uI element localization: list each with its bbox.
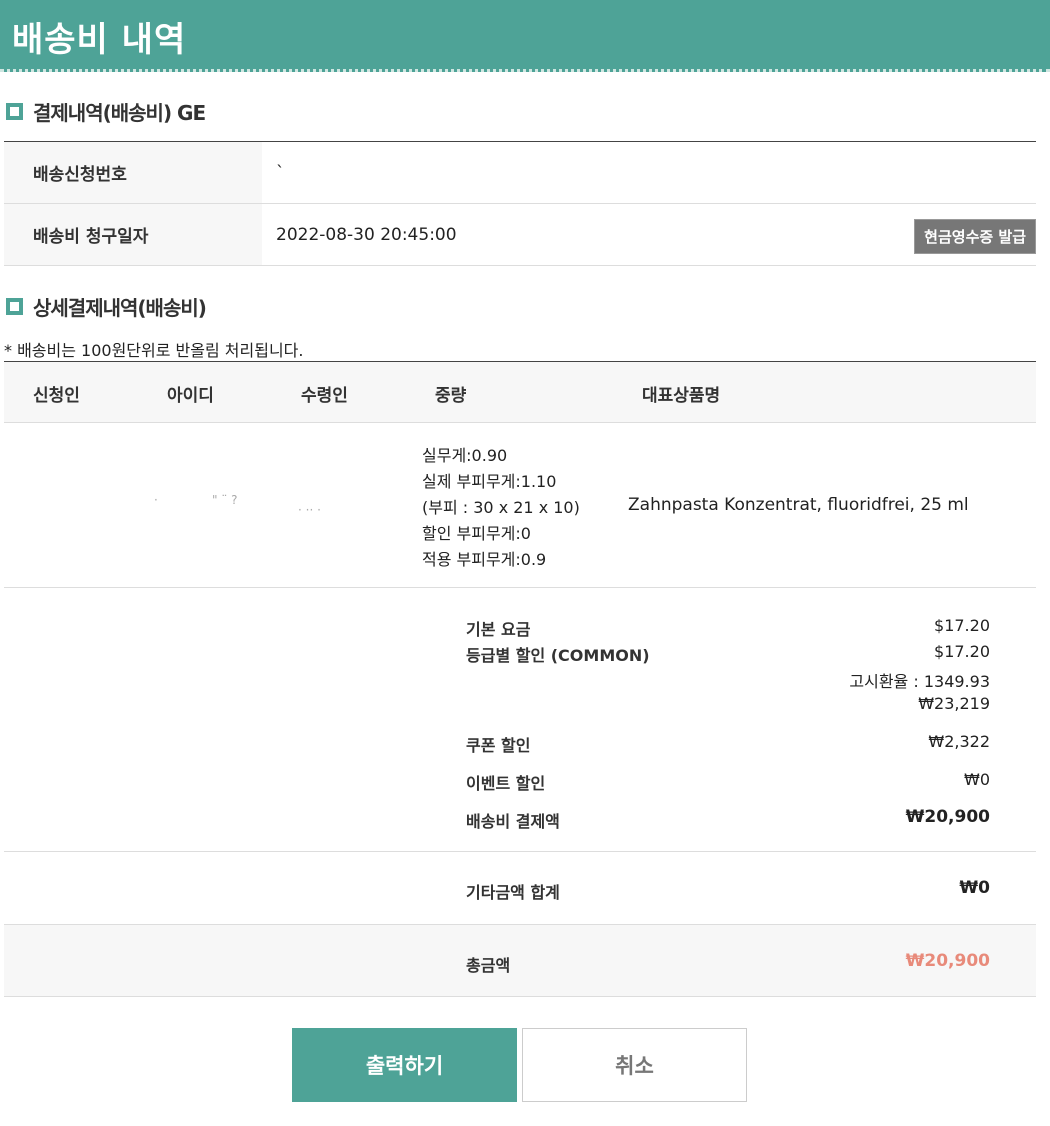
- column-user-id: 아이디: [167, 385, 214, 406]
- square-bullet-icon: [6, 103, 23, 120]
- product-name: Zahnpasta Konzentrat, fluoridfrei, 25 ml: [628, 495, 969, 515]
- event-discount-value: ₩0: [964, 770, 990, 789]
- volume-dimensions: (부피 : 30 x 21 x 10): [422, 498, 580, 517]
- recipient-value: · ·· ·: [298, 503, 321, 517]
- applied-volume-weight: 적용 부피무게:0.9: [422, 550, 547, 569]
- page-title: 배송비 내역: [12, 20, 187, 60]
- grade-discount-value: $17.20: [934, 642, 990, 661]
- detail-section-title-text: 상세결제내역(배송비): [33, 296, 207, 320]
- detail-section-title: 상세결제내역(배송비): [6, 292, 207, 321]
- print-button[interactable]: 출력하기: [292, 1028, 517, 1102]
- grade-discount-label: 등급별 할인 (COMMON): [466, 646, 650, 665]
- weight-info: 실무게:0.90 실제 부피무게:1.10 (부피 : 30 x 21 x 10…: [422, 443, 580, 573]
- payment-section-title-text: 결제내역(배송비) GE: [33, 101, 206, 125]
- etc-amount-row: 기타금액 합계 ₩0: [4, 852, 1036, 925]
- page-header: 배송비 내역: [0, 0, 1050, 72]
- total-amount-label: 총금액: [466, 956, 511, 975]
- coupon-discount-value: ₩2,322: [928, 732, 990, 751]
- cancel-button[interactable]: 취소: [522, 1028, 747, 1102]
- cash-receipt-button[interactable]: 현금영수증 발급: [914, 219, 1036, 254]
- column-applicant: 신청인: [33, 385, 80, 406]
- billing-date-value: 2022-08-30 20:45:00: [276, 224, 457, 245]
- applicant-value: ·: [154, 493, 158, 507]
- discount-volume-weight: 할인 부피무게:0: [422, 524, 531, 543]
- shipping-total-label: 배송비 결제액: [466, 812, 560, 831]
- coupon-discount-label: 쿠폰 할인: [466, 736, 531, 755]
- square-bullet-icon: [6, 298, 23, 315]
- info-row-request-number: 배송신청번호 `: [4, 142, 1036, 204]
- column-recipient: 수령인: [301, 385, 348, 406]
- base-fee-label: 기본 요금: [466, 620, 531, 639]
- total-amount-row: 총금액 ₩20,900: [4, 925, 1036, 997]
- actual-weight: 실무게:0.90: [422, 446, 508, 465]
- rounding-notice: * 배송비는 100원단위로 반올림 처리됩니다.: [4, 341, 304, 360]
- billing-date-label: 배송비 청구일자: [4, 204, 262, 265]
- exchange-rate: 고시환율 : 1349.93: [849, 672, 990, 691]
- request-number-label: 배송신청번호: [4, 142, 262, 203]
- event-discount-label: 이벤트 할인: [466, 774, 546, 793]
- table-row: · " ¨ ? · ·· · 실무게:0.90 실제 부피무게:1.10 (부피…: [4, 423, 1036, 588]
- base-fee-value: $17.20: [934, 616, 990, 635]
- payment-info-table: 배송신청번호 ` 배송비 청구일자 2022-08-30 20:45:00 현금…: [4, 141, 1036, 266]
- volume-weight: 실제 부피무게:1.10: [422, 472, 557, 491]
- user-id-value: " ¨ ?: [212, 493, 238, 507]
- column-product-name: 대표상품명: [642, 385, 721, 406]
- krw-amount: ₩23,219: [918, 694, 990, 713]
- etc-amount-value: ₩0: [959, 878, 990, 898]
- total-amount-value: ₩20,900: [905, 951, 990, 971]
- detail-table-header: 신청인 아이디 수령인 중량 대표상품명: [4, 361, 1036, 423]
- etc-amount-label: 기타금액 합계: [466, 883, 560, 902]
- fee-breakdown: 기본 요금 $17.20 등급별 할인 (COMMON) $17.20 고시환율…: [4, 588, 1036, 852]
- request-number-value: `: [276, 162, 285, 183]
- info-row-billing-date: 배송비 청구일자 2022-08-30 20:45:00 현금영수증 발급: [4, 204, 1036, 266]
- payment-section-title: 결제내역(배송비) GE: [6, 97, 206, 126]
- shipping-total-value: ₩20,900: [905, 807, 990, 827]
- column-weight: 중량: [435, 385, 467, 406]
